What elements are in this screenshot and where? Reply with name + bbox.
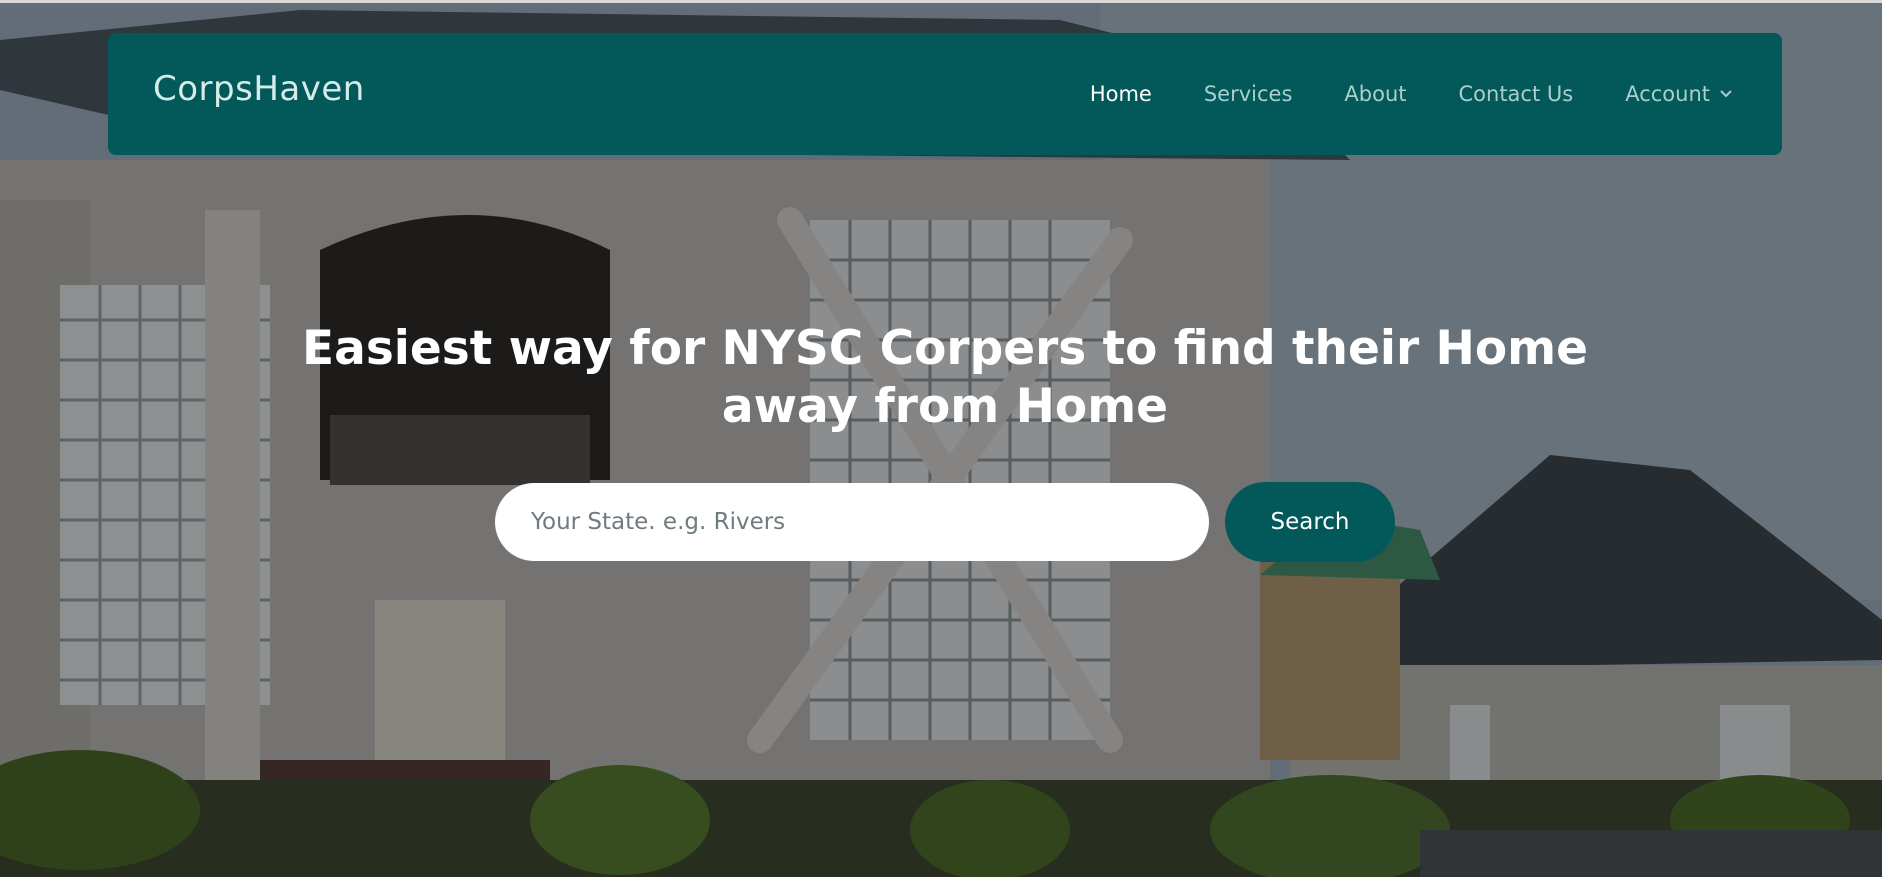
- nav-item-account[interactable]: Account: [1625, 82, 1732, 106]
- nav-item-home[interactable]: Home: [1090, 82, 1152, 106]
- nav-item-about[interactable]: About: [1344, 82, 1406, 106]
- nav-item-account-label: Account: [1625, 82, 1710, 106]
- hero-headline-line2: away from Home: [721, 379, 1169, 434]
- search-button[interactable]: Search: [1225, 482, 1395, 562]
- hero-headline-line1: Easiest way for NYSC Corpers to find the…: [302, 321, 1588, 376]
- navbar: CorpsHaven Home Services About Contact U…: [108, 33, 1782, 155]
- top-border: [0, 0, 1882, 3]
- hero-section: CorpsHaven Home Services About Contact U…: [0, 0, 1882, 877]
- nav-links: Home Services About Contact Us Account: [1090, 82, 1732, 106]
- state-search-input[interactable]: [495, 483, 1209, 561]
- nav-item-services[interactable]: Services: [1204, 82, 1293, 106]
- nav-item-contact-us[interactable]: Contact Us: [1459, 82, 1574, 106]
- brand-logo[interactable]: CorpsHaven: [153, 69, 365, 109]
- chevron-down-icon: [1720, 87, 1732, 101]
- search-bar: Search: [495, 482, 1395, 562]
- hero-headline: Easiest way for NYSC Corpers to find the…: [0, 320, 1882, 436]
